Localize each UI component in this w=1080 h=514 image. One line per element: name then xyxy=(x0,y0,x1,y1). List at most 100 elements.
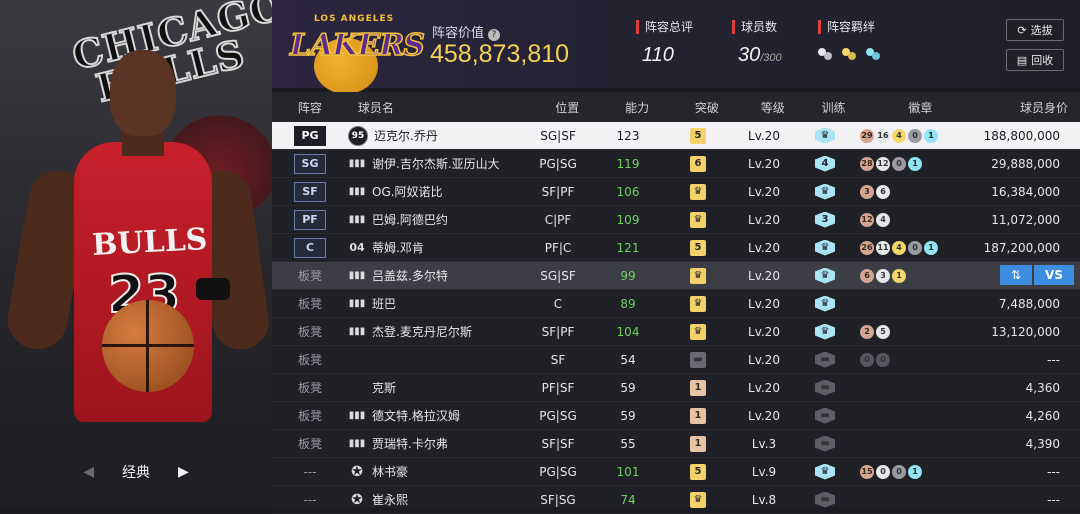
badge-icon[interactable]: 1 xyxy=(908,156,922,171)
player-count-value: 30/300 xyxy=(732,44,782,67)
lineup-slot-label: 板凳 xyxy=(297,269,322,283)
player-value: 29,888,000 xyxy=(991,156,1060,171)
player-ability: 89 xyxy=(620,296,636,311)
training-cell: ♛ xyxy=(790,239,860,256)
badge-icon[interactable]: 3 xyxy=(860,184,874,199)
player-name: 蒂姆.邓肯 xyxy=(372,241,424,255)
badge-icon[interactable]: 0 xyxy=(908,128,922,143)
badge-icon[interactable]: 12 xyxy=(860,212,874,227)
col-breakthrough[interactable]: 突破 xyxy=(667,99,747,116)
badge-icon[interactable]: 1 xyxy=(892,268,906,283)
badge-icon[interactable]: 1 xyxy=(924,240,938,255)
lineup-slot-label: 板凳 xyxy=(297,297,322,311)
table-row[interactable]: 板凳 ▮▮▮ 德文特.格拉汉姆 PG|SG 59 1 Lv.20 ▬ 4,260 xyxy=(272,402,1080,430)
bond-icons[interactable] xyxy=(818,46,884,62)
table-row[interactable]: --- ✪ 林书豪 PG|SG 101 5 Lv.9 ♛ 15 0 0 1 --- xyxy=(272,458,1080,486)
player-ability: 101 xyxy=(616,464,640,479)
player-level: Lv.20 xyxy=(748,352,780,367)
col-lineup[interactable]: 阵容 xyxy=(272,99,348,116)
player-role: SF|SF xyxy=(541,436,575,451)
training-cell: ▬ xyxy=(790,491,860,508)
breakthrough-badge: 6 xyxy=(690,155,706,172)
lineup-slot-label: PG xyxy=(294,125,326,146)
breakthrough-badge: 1 xyxy=(690,435,706,452)
table-row[interactable]: 板凳 克斯 PF|SF 59 1 Lv.20 ▬ 4,360 xyxy=(272,374,1080,402)
table-row[interactable]: 板凳 ▮▮▮ 贾瑞特.卡尔弗 SF|SF 55 1 Lv.3 ▬ 4,390 xyxy=(272,430,1080,458)
bond-gold-icon[interactable] xyxy=(842,46,860,62)
badge-icon[interactable]: 29 xyxy=(860,128,874,143)
col-ability[interactable]: 能力 xyxy=(607,99,667,116)
badge-icon[interactable]: 0 xyxy=(860,352,874,367)
badge-icon[interactable]: 1 xyxy=(908,464,922,479)
bond-cyan-icon[interactable] xyxy=(866,46,884,62)
breakthrough-badge: 5 xyxy=(690,127,706,144)
table-row[interactable]: 板凳 ▮▮▮ 杰登.麦克丹尼尔斯 SF|PF 104 ♛ Lv.20 ♛ 2 5 13,120,00… xyxy=(272,318,1080,346)
badge-icon[interactable]: 6 xyxy=(876,184,890,199)
badge-icon[interactable]: 15 xyxy=(860,464,874,479)
badge-icon[interactable]: 4 xyxy=(876,212,890,227)
badge-icon[interactable]: 0 xyxy=(876,464,890,479)
col-value[interactable]: 球员身价 xyxy=(972,99,1080,116)
badge-icon[interactable]: 0 xyxy=(892,464,906,479)
badge-icon[interactable]: 1 xyxy=(924,128,938,143)
tier-bars-icon: ▮▮▮ xyxy=(348,214,366,225)
badge-icon[interactable]: 26 xyxy=(860,240,874,255)
row-lineup-slot: PG xyxy=(272,125,348,146)
table-row[interactable]: 板凳 SF 54 ▬ Lv.20 ▬ 0 0 --- xyxy=(272,346,1080,374)
badge-icon[interactable]: 3 xyxy=(876,268,890,283)
col-name[interactable]: 球员名 xyxy=(348,99,528,116)
badge-icon[interactable]: 4 xyxy=(892,240,906,255)
bond-white-icon[interactable] xyxy=(818,46,836,62)
badge-icon[interactable]: 5 xyxy=(876,324,890,339)
breakthrough-cell: 6 xyxy=(658,155,738,172)
player-value: 4,390 xyxy=(1025,436,1060,451)
row-lineup-slot: SF xyxy=(272,181,348,202)
row-player-name: ▮▮▮ 德文特.格拉汉姆 xyxy=(348,407,518,425)
player-level: Lv.20 xyxy=(748,380,780,395)
badge-icon[interactable]: 4 xyxy=(892,128,906,143)
badge-icon[interactable]: 0 xyxy=(876,352,890,367)
next-arrow-icon[interactable]: ▶ xyxy=(178,464,189,480)
player-count-number: 30 xyxy=(738,44,761,66)
badge-icon[interactable]: 0 xyxy=(892,156,906,171)
player-level: Lv.20 xyxy=(748,184,780,199)
lineup-bond-label: 阵容羁绊 xyxy=(818,20,884,34)
vs-button[interactable]: VS xyxy=(1034,265,1074,285)
select-button[interactable]: ⟳ 选拔 xyxy=(1006,19,1064,41)
player-name: 杰登.麦克丹尼尔斯 xyxy=(372,325,472,339)
badges-cell: 36 xyxy=(860,184,964,199)
table-row[interactable]: 板凳 ▮▮▮ 班巴 C 89 ♛ Lv.20 ♛ 7,488,000 xyxy=(272,290,1080,318)
breakthrough-cell: ♛ xyxy=(658,323,738,340)
prev-arrow-icon[interactable]: ◀ xyxy=(83,464,94,480)
training-cell: 3 xyxy=(790,211,860,228)
badge-icon[interactable]: 2 xyxy=(860,324,874,339)
col-level[interactable]: 等级 xyxy=(747,99,799,116)
badge-icon[interactable]: 11 xyxy=(876,240,890,255)
col-badges[interactable]: 徽章 xyxy=(869,99,973,116)
col-role[interactable]: 位置 xyxy=(527,99,607,116)
badge-icon[interactable]: 28 xyxy=(860,156,874,171)
breakthrough-crown-icon: ♛ xyxy=(690,267,706,284)
breakthrough-cell: ♛ xyxy=(658,491,738,508)
badge-icon[interactable]: 12 xyxy=(876,156,890,171)
table-row[interactable]: --- ✪ 崔永熙 SF|SG 74 ♛ Lv.8 ▬ --- xyxy=(272,486,1080,514)
table-row[interactable]: PF ▮▮▮ 巴姆.阿德巴约 C|PF 109 ♛ Lv.20 3 12 4 11,072,000 xyxy=(272,206,1080,234)
row-lineup-slot: --- xyxy=(272,493,348,507)
swap-button[interactable]: ⇅ xyxy=(1000,265,1032,285)
tier-bars-icon: ▮▮▮ xyxy=(348,298,366,309)
table-row[interactable]: SF ▮▮▮ OG.阿奴诺比 SF|PF 106 ♛ Lv.20 ♛ 3 6 16,384,000 xyxy=(272,178,1080,206)
row-lineup-slot: 板凳 xyxy=(272,295,348,312)
badge-icon[interactable]: 16 xyxy=(876,128,890,143)
table-row[interactable]: SG ▮▮▮ 谢伊.吉尔杰斯.亚历山大 PG|SG 119 6 Lv.20 4 28 12 0 1 29… xyxy=(272,150,1080,178)
table-row[interactable]: C 04 蒂姆.邓肯 PF|C 121 5 Lv.20 ♛ 26 11 4 0 1 187,200,000 xyxy=(272,234,1080,262)
star-icon: ✪ xyxy=(351,491,363,508)
player-level: Lv.20 xyxy=(748,212,780,227)
table-row[interactable]: 板凳 ▮▮▮ 吕盖兹.多尔特 SG|SF 99 ♛ Lv.20 ♛ 6 3 1 ⇅ VS xyxy=(272,262,1080,290)
badge-icon[interactable]: 0 xyxy=(908,240,922,255)
training-cell: ♛ xyxy=(790,183,860,200)
player-role: SF|SG xyxy=(540,492,576,507)
table-row[interactable]: PG 95 迈克尔.乔丹 SG|SF 123 5 Lv.20 ♛ 29 16 4 0 1 188,800,… xyxy=(272,122,1080,150)
badge-icon[interactable]: 6 xyxy=(860,268,874,283)
recycle-button[interactable]: ▤ 回收 xyxy=(1006,49,1064,71)
col-training[interactable]: 训练 xyxy=(799,99,869,116)
